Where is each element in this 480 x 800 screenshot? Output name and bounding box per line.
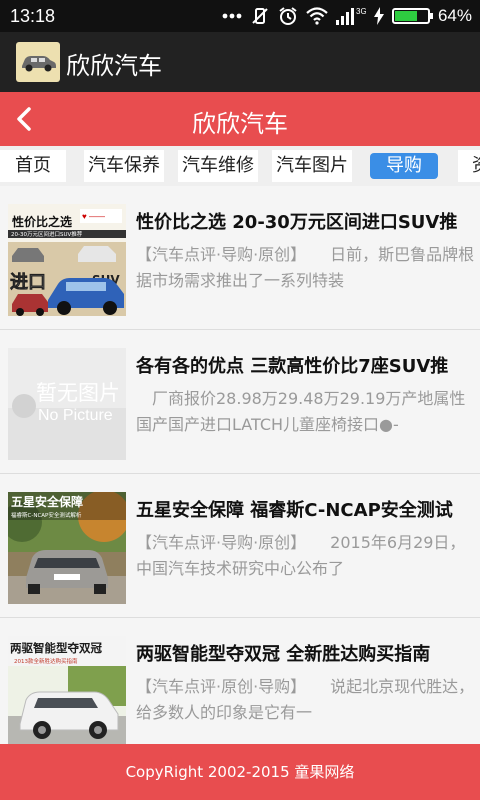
network-type: 3G <box>356 7 366 16</box>
signal-icon: 3G <box>335 6 366 26</box>
tab-pictures[interactable]: 汽车图片 <box>272 150 352 182</box>
footer-copyright: CopyRight 2002-2015 童果网络 <box>0 744 480 800</box>
battery-fill <box>394 11 417 21</box>
battery-percent: 64% <box>437 6 472 25</box>
page-title: 欣欣汽车 <box>192 110 288 138</box>
article-summary: 【汽车点评·原创·导购】 说起北京现代胜达，给多数人的印象是它有一 <box>136 677 475 722</box>
article-summary: 【汽车点评·导购·原创】 2015年6月29日，中国汽车技术研究中心公布了 <box>136 533 466 578</box>
category-tabs: 首页 汽车保养 汽车维修 汽车图片 导购 资 <box>0 146 480 186</box>
article-summary: 【汽车点评·导购·原创】 日前，斯巴鲁品牌根据市场需求推出了一系列特装 <box>136 245 475 290</box>
tab-maintenance[interactable]: 汽车保养 <box>84 150 164 182</box>
battery-icon <box>391 8 433 24</box>
article-title: 五星安全保障 福睿斯C-NCAP安全测试 <box>136 500 453 521</box>
thumb-subcaption: 20-30万元区间进口SUV推荐 <box>11 230 83 238</box>
article-title: 各有各的优点 三款高性价比7座SUV推 <box>136 356 449 377</box>
thumb-caption: 暂无图片 <box>36 381 120 405</box>
article-title: 性价比之选 20-30万元区间进口SUV推 <box>136 212 458 233</box>
more-dots-icon <box>222 13 242 19</box>
svg-text:♥ ——: ♥ —— <box>82 212 105 221</box>
app-header: 欣欣汽车 <box>0 32 480 92</box>
wifi-icon <box>306 7 328 25</box>
nav-bar: 欣欣汽车 <box>0 92 480 146</box>
thumb-subcaption: 福睿斯C-NCAP安全测试解析 <box>11 511 82 519</box>
alarm-icon <box>278 6 298 26</box>
article-item[interactable]: 暂无图片 No Picture 各有各的优点 三款高性价比7座SUV推 厂商报价… <box>0 330 480 474</box>
article-item[interactable]: 性价比之选 20-30万元区间进口SUV推荐 ♥ —— 进口 SUV 性价比之选… <box>0 186 480 330</box>
thumb-caption: 两驱智能型夺双冠 <box>10 641 102 655</box>
thumb-caption: 性价比之选 <box>11 214 72 229</box>
status-time: 13:18 <box>10 6 56 26</box>
article-summary: 厂商报价28.98万29.48万29.19万产地属性国产国产进口LATCH儿童座… <box>136 389 466 434</box>
article-item[interactable]: 五星安全保障 福睿斯C-NCAP安全测试解析 五星安全保障 福睿斯C-NCAP安… <box>0 474 480 618</box>
thumb-subcaption: 2013款全新胜达购买指南 <box>14 657 78 665</box>
tab-repair[interactable]: 汽车维修 <box>178 150 258 182</box>
status-icons: 3G 64% <box>222 4 472 28</box>
article-title: 两驱智能型夺双冠 全新胜达购买指南 <box>136 644 431 665</box>
article-thumbnail: 五星安全保障 福睿斯C-NCAP安全测试解析 <box>8 492 126 604</box>
app-title: 欣欣汽车 <box>66 52 162 80</box>
car-logo-icon <box>16 42 60 82</box>
status-bar: 13:18 3G 64% <box>0 0 480 32</box>
thumb-subcaption: No Picture <box>38 407 113 424</box>
thumb-overlay: 进口 <box>10 272 46 293</box>
article-item[interactable]: 两驱智能型夺双冠 2013款全新胜达购买指南 两驱智能型夺双冠 全新胜达购买指南… <box>0 618 480 744</box>
article-thumbnail: 暂无图片 No Picture <box>8 348 126 460</box>
tab-buying-guide[interactable]: 导购 <box>370 153 438 179</box>
tab-home[interactable]: 首页 <box>0 150 66 182</box>
charging-icon <box>373 7 384 25</box>
vibrate-icon <box>250 6 270 26</box>
article-list: 性价比之选 20-30万元区间进口SUV推荐 ♥ —— 进口 SUV 性价比之选… <box>0 186 480 744</box>
article-thumbnail: 性价比之选 20-30万元区间进口SUV推荐 ♥ —— 进口 SUV <box>8 204 126 316</box>
article-thumbnail: 两驱智能型夺双冠 2013款全新胜达购买指南 <box>8 636 126 744</box>
thumb-caption: 五星安全保障 <box>11 494 83 509</box>
tab-more[interactable]: 资 <box>458 150 480 182</box>
